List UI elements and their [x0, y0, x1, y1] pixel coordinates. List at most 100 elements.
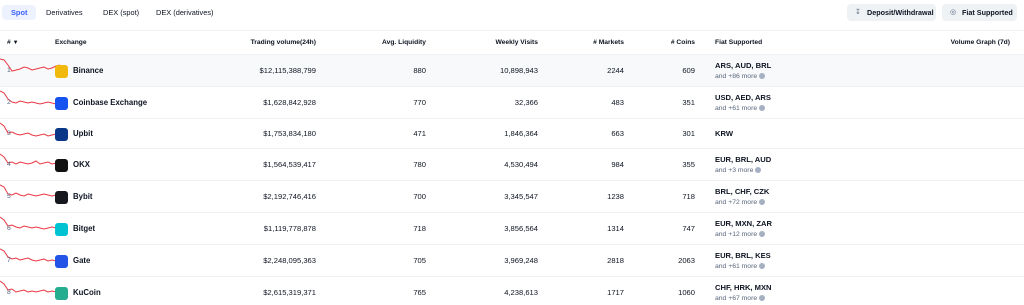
exchange-logo	[55, 222, 68, 236]
rank-cell: 5	[7, 193, 11, 200]
info-icon[interactable]	[759, 105, 766, 112]
markets-cell: 984	[611, 160, 624, 169]
markets-cell: 1314	[607, 224, 624, 233]
fiat-list: BRL, CHF, CZK	[715, 187, 770, 196]
info-icon[interactable]	[759, 199, 766, 206]
fiat-more[interactable]: and +72 more	[715, 198, 766, 207]
markets-cell: 663	[611, 129, 624, 138]
rank-header[interactable]: # ▼	[7, 31, 19, 55]
tab-spot[interactable]: Spot	[2, 5, 37, 20]
table-row[interactable]: 5 Bybit $2,192,746,416 700 3,345,547 1238 718 B…	[0, 181, 1024, 213]
volume-cell: $2,192,746,416	[263, 192, 316, 201]
fiat-list: ARS, AUD, BRL	[715, 61, 772, 70]
exchange-name-link[interactable]: OKX	[73, 149, 90, 181]
deposit-withdrawal-label: Deposit/Withdrawal	[867, 8, 934, 17]
coins-cell: 355	[682, 160, 695, 169]
markets-cell: 1238	[607, 192, 624, 201]
tab-dex-derivatives[interactable]: DEX (derivatives)	[147, 5, 223, 20]
fiat-more[interactable]: and +3 more	[715, 166, 762, 175]
visits-cell: 3,856,564	[504, 224, 538, 233]
table-row[interactable]: 1 Binance $12,115,388,799 880 10,898,943 2244…	[0, 55, 1024, 87]
info-icon[interactable]	[759, 263, 766, 270]
tab-derivatives[interactable]: Derivatives	[37, 5, 92, 20]
info-icon[interactable]	[759, 295, 766, 302]
fiat-more[interactable]: and +67 more	[715, 294, 766, 303]
table-row[interactable]: 2 Coinbase Exchange $1,628,842,928 770 32,36…	[0, 87, 1024, 119]
fiat-more[interactable]: and +12 more	[715, 230, 766, 239]
fiat-supported-button[interactable]: ◎ Fiat Supported	[942, 4, 1017, 21]
info-icon[interactable]	[759, 73, 766, 80]
visits-cell: 32,366	[514, 98, 538, 107]
exchange-logo	[55, 127, 68, 141]
coins-cell: 351	[682, 98, 695, 107]
exchange-name-link[interactable]: KuCoin	[73, 277, 101, 305]
exchange-name-link[interactable]: Gate	[73, 245, 90, 277]
exchange-name-link[interactable]: Coinbase Exchange	[73, 87, 147, 119]
liquidity-cell: 718	[413, 224, 426, 233]
coins-cell: 2063	[678, 256, 695, 265]
fiat-more-label: and +3 more	[715, 167, 754, 174]
fiat-list: KRW	[715, 129, 733, 138]
fiat-more[interactable]: and +61 more	[715, 104, 766, 113]
fiat-supported-label: Fiat Supported	[962, 8, 1013, 17]
exchange-logo	[55, 286, 68, 300]
tab-dex-spot[interactable]: DEX (spot)	[94, 5, 148, 20]
liquidity-cell: 780	[413, 160, 426, 169]
exchange-name-link[interactable]: Upbit	[73, 119, 93, 149]
volume-cell: $1,564,539,417	[263, 160, 316, 169]
deposit-withdrawal-button[interactable]: ↧ Deposit/Withdrawal	[847, 4, 936, 21]
fiat-list: EUR, BRL, KES	[715, 251, 771, 260]
volume-header[interactable]: Trading volume(24h)	[216, 31, 316, 54]
visits-cell: 3,969,248	[504, 256, 538, 265]
coins-cell: 747	[682, 224, 695, 233]
fiat-more-label: and +86 more	[715, 73, 758, 80]
visits-cell: 4,238,613	[504, 288, 538, 297]
fiat-header: Fiat Supported	[715, 39, 763, 46]
liquidity-cell: 770	[413, 98, 426, 107]
info-icon[interactable]	[755, 167, 762, 174]
table-row[interactable]: 3 Upbit $1,753,834,180 471 1,846,364 663 301 KR…	[0, 119, 1024, 149]
coins-cell: 301	[682, 129, 695, 138]
rank-cell: 1	[7, 67, 11, 74]
rank-header-label: #	[7, 39, 11, 46]
table-row[interactable]: 4 OKX $1,564,539,417 780 4,530,494 984 355 EUR,…	[0, 149, 1024, 181]
fiat-more-label: and +61 more	[715, 263, 758, 270]
table-row[interactable]: 8 KuCoin $2,615,319,371 765 4,238,613 1717 106…	[0, 277, 1024, 305]
liquidity-cell: 705	[413, 256, 426, 265]
coins-header[interactable]: # Coins	[640, 31, 695, 54]
fiat-more[interactable]: and +61 more	[715, 262, 766, 271]
markets-header[interactable]: # Markets	[564, 31, 624, 54]
exchange-logo	[55, 64, 68, 78]
exchange-name-link[interactable]: Bitget	[73, 213, 95, 245]
liquidity-header[interactable]: Avg. Liquidity	[346, 31, 426, 54]
volume-graph-header: Volume Graph (7d)	[950, 39, 1010, 46]
exchange-name-link[interactable]: Binance	[73, 55, 103, 87]
exchange-logo	[55, 96, 68, 110]
rank-cell: 4	[7, 161, 11, 168]
exchange-name-link[interactable]: Bybit	[73, 181, 93, 213]
table-row[interactable]: 7 Gate $2,248,095,363 705 3,969,248 2818 2063 E…	[0, 245, 1024, 277]
table-header: # ▼ Exchange Trading volume(24h) Avg. Li…	[0, 30, 1024, 55]
fiat-list: USD, AED, ARS	[715, 93, 771, 102]
table-row[interactable]: 6 Bitget $1,119,778,878 718 3,856,564 1314 747…	[0, 213, 1024, 245]
download-icon: ↧	[855, 9, 861, 16]
info-icon[interactable]	[759, 231, 766, 238]
visits-header[interactable]: Weekly Visits	[456, 31, 538, 54]
coins-cell: 609	[682, 66, 695, 75]
rank-cell: 2	[7, 99, 11, 106]
fiat-list: EUR, MXN, ZAR	[715, 219, 772, 228]
fiat-more-label: and +72 more	[715, 199, 758, 206]
exchange-logo	[55, 254, 68, 268]
liquidity-cell: 471	[413, 129, 426, 138]
exchange-logo	[55, 190, 68, 204]
fiat-more-label: and +12 more	[715, 231, 758, 238]
volume-cell: $2,248,095,363	[263, 256, 316, 265]
top-bar: Spot Derivatives DEX (spot) DEX (derivat…	[0, 0, 1024, 26]
fiat-more[interactable]: and +86 more	[715, 72, 766, 81]
rank-cell: 8	[7, 289, 11, 296]
markets-cell: 483	[611, 98, 624, 107]
visits-cell: 10,898,943	[499, 66, 538, 75]
exchange-header[interactable]: Exchange	[55, 31, 87, 54]
rank-cell: 7	[7, 257, 11, 264]
volume-cell: $2,615,319,371	[263, 288, 316, 297]
